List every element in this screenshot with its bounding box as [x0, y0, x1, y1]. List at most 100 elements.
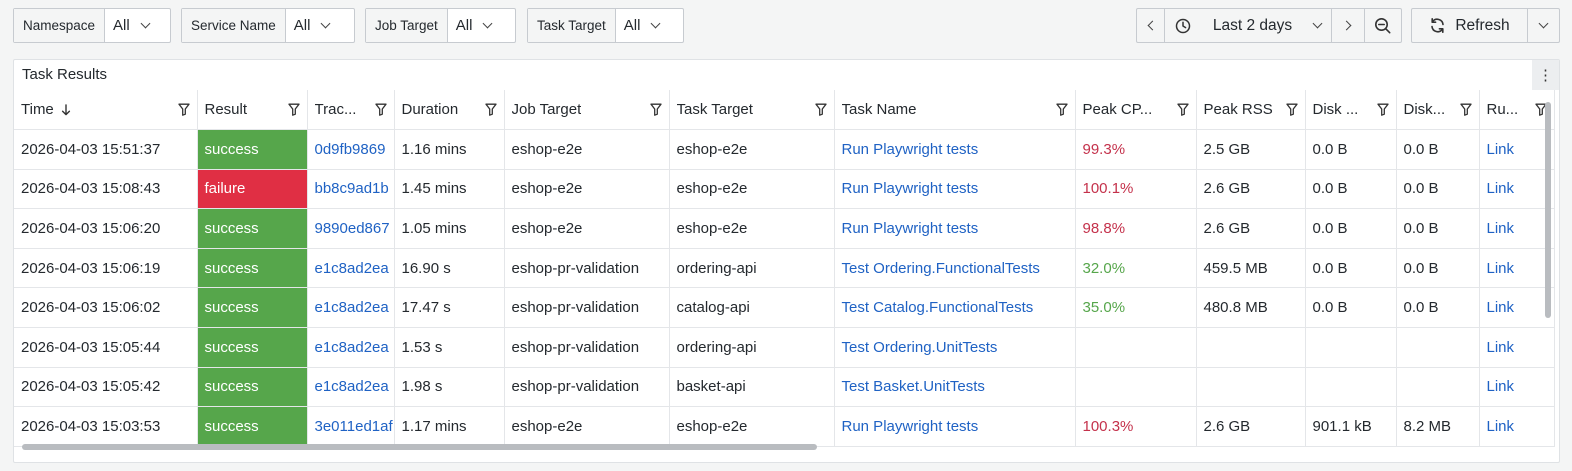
cell-peak-cpu: 32.0%: [1075, 248, 1197, 289]
time-back-button[interactable]: [1137, 9, 1165, 42]
column-header-duration[interactable]: Duration: [394, 90, 505, 131]
variable-label: Service Name: [182, 9, 286, 42]
cell-task-name[interactable]: Run Playwright tests: [834, 406, 1076, 447]
cell-run-link[interactable]: Link: [1479, 208, 1555, 249]
task-target-variable[interactable]: Task Target All: [527, 8, 684, 43]
cell-run-link[interactable]: Link: [1479, 248, 1555, 289]
cell-task-name[interactable]: Test Catalog.FunctionalTests: [834, 287, 1076, 329]
column-header-disk-read[interactable]: Disk ...: [1305, 90, 1397, 131]
column-header-task-target[interactable]: Task Target: [669, 90, 835, 131]
column-header-trace-id[interactable]: Trac...: [307, 90, 395, 131]
time-range-picker[interactable]: Last 2 days: [1165, 9, 1332, 42]
funnel-icon[interactable]: [649, 103, 662, 116]
funnel-icon[interactable]: [374, 103, 387, 116]
refresh-button[interactable]: Refresh: [1412, 9, 1528, 42]
horizontal-scrollbar[interactable]: [22, 444, 817, 450]
funnel-icon[interactable]: [1376, 103, 1389, 116]
cell-result: failure: [197, 169, 308, 210]
service-name-variable[interactable]: Service Name All: [181, 8, 355, 43]
cell-task-name[interactable]: Run Playwright tests: [834, 208, 1076, 249]
column-header-label: Duration: [401, 101, 459, 119]
time-forward-button[interactable]: [1332, 9, 1365, 42]
cell-trace-id[interactable]: e1c8ad2ea: [307, 367, 395, 408]
cell-run-link[interactable]: Link: [1479, 406, 1555, 447]
zoom-out-button[interactable]: [1365, 9, 1401, 42]
funnel-icon[interactable]: [1176, 103, 1189, 116]
funnel-icon[interactable]: [177, 103, 190, 116]
column-header-job-target[interactable]: Job Target: [504, 90, 670, 131]
cell-task-target: eshop-e2e: [669, 169, 835, 210]
job-target-variable[interactable]: Job Target All: [365, 8, 516, 43]
chevron-down-icon: [1538, 18, 1549, 29]
cell-task-name[interactable]: Test Ordering.UnitTests: [834, 327, 1076, 368]
cell-task-name[interactable]: Run Playwright tests: [834, 129, 1076, 170]
column-header-peak-rss[interactable]: Peak RSS: [1196, 90, 1306, 131]
more-vertical-icon: ⋮: [1538, 67, 1553, 84]
cell-job-target: eshop-e2e: [504, 406, 670, 447]
funnel-icon[interactable]: [1459, 103, 1472, 116]
service-name-select[interactable]: All: [286, 9, 338, 42]
refresh-interval-dropdown[interactable]: [1528, 9, 1559, 42]
cell-peak-rss: 459.5 MB: [1196, 248, 1306, 289]
vertical-scrollbar[interactable]: [1545, 102, 1551, 318]
cell-run-link[interactable]: Link: [1479, 287, 1555, 329]
namespace-variable[interactable]: Namespace All: [13, 8, 171, 43]
cell-peak-rss: 2.5 GB: [1196, 129, 1306, 170]
cell-peak-cpu: 100.1%: [1075, 169, 1197, 210]
funnel-icon[interactable]: [287, 103, 300, 116]
column-header-time[interactable]: Time: [14, 90, 198, 131]
cell-run-link[interactable]: Link: [1479, 169, 1555, 210]
cell-duration: 1.05 mins: [394, 208, 505, 249]
column-header-result[interactable]: Result: [197, 90, 308, 131]
cell-peak-cpu: 100.3%: [1075, 406, 1197, 447]
cell-task-target: eshop-e2e: [669, 208, 835, 249]
cell-peak-cpu: 99.3%: [1075, 129, 1197, 170]
funnel-icon[interactable]: [814, 103, 827, 116]
cell-task-target: basket-api: [669, 367, 835, 408]
column-header-label: Task Target: [676, 101, 753, 119]
cell-disk-read: 0.0 B: [1305, 287, 1397, 329]
job-target-select[interactable]: All: [448, 9, 500, 42]
column-header-task-name[interactable]: Task Name: [834, 90, 1076, 131]
cell-run-link[interactable]: Link: [1479, 367, 1555, 408]
cell-task-name[interactable]: Test Ordering.FunctionalTests: [834, 248, 1076, 289]
cell-run-link[interactable]: Link: [1479, 327, 1555, 368]
variable-value: All: [455, 17, 473, 34]
cell-time: 2026-04-03 15:03:53: [14, 406, 198, 447]
column-header-label: Ru...: [1486, 101, 1519, 119]
cell-disk-read: 0.0 B: [1305, 248, 1397, 289]
cell-trace-id[interactable]: 0d9fb9869: [307, 129, 395, 170]
cell-task-target: eshop-e2e: [669, 129, 835, 170]
column-header-run-link[interactable]: Ru...: [1479, 90, 1555, 131]
cell-task-name[interactable]: Run Playwright tests: [834, 169, 1076, 210]
cell-job-target: eshop-pr-validation: [504, 327, 670, 368]
cell-trace-id[interactable]: 9890ed867: [307, 208, 395, 249]
funnel-icon[interactable]: [484, 103, 497, 116]
cell-trace-id[interactable]: e1c8ad2ea: [307, 327, 395, 368]
cell-trace-id[interactable]: 3e011ed1af: [307, 406, 395, 447]
cell-time: 2026-04-03 15:06:20: [14, 208, 198, 249]
cell-task-name[interactable]: Test Basket.UnitTests: [834, 367, 1076, 408]
cell-run-link[interactable]: Link: [1479, 129, 1555, 170]
chevron-down-icon: [483, 18, 493, 29]
sort-descending-icon[interactable]: [61, 103, 71, 116]
panel-menu-button[interactable]: ⋮: [1532, 60, 1559, 90]
cell-duration: 1.53 s: [394, 327, 505, 368]
cell-trace-id[interactable]: bb8c9ad1b: [307, 169, 395, 210]
cell-disk-write: 0.0 B: [1396, 248, 1480, 289]
column-header-disk-write[interactable]: Disk...: [1396, 90, 1480, 131]
cell-job-target: eshop-pr-validation: [504, 287, 670, 329]
variable-value: All: [113, 17, 130, 34]
cell-time: 2026-04-03 15:05:42: [14, 367, 198, 408]
chevron-down-icon: [321, 18, 331, 29]
task-target-select[interactable]: All: [616, 9, 668, 42]
task-results-table: Time Result Trac... Duration Job Target Task …: [14, 90, 1555, 447]
cell-trace-id[interactable]: e1c8ad2ea: [307, 287, 395, 329]
namespace-select[interactable]: All: [105, 9, 157, 42]
cell-trace-id[interactable]: e1c8ad2ea: [307, 248, 395, 289]
funnel-icon[interactable]: [1055, 103, 1068, 116]
variable-label: Job Target: [366, 9, 448, 42]
column-header-peak-cpu[interactable]: Peak CP...: [1075, 90, 1197, 131]
funnel-icon[interactable]: [1285, 103, 1298, 116]
task-results-panel: Task Results ⋮ Time Result Trac... Duration…: [13, 59, 1560, 463]
